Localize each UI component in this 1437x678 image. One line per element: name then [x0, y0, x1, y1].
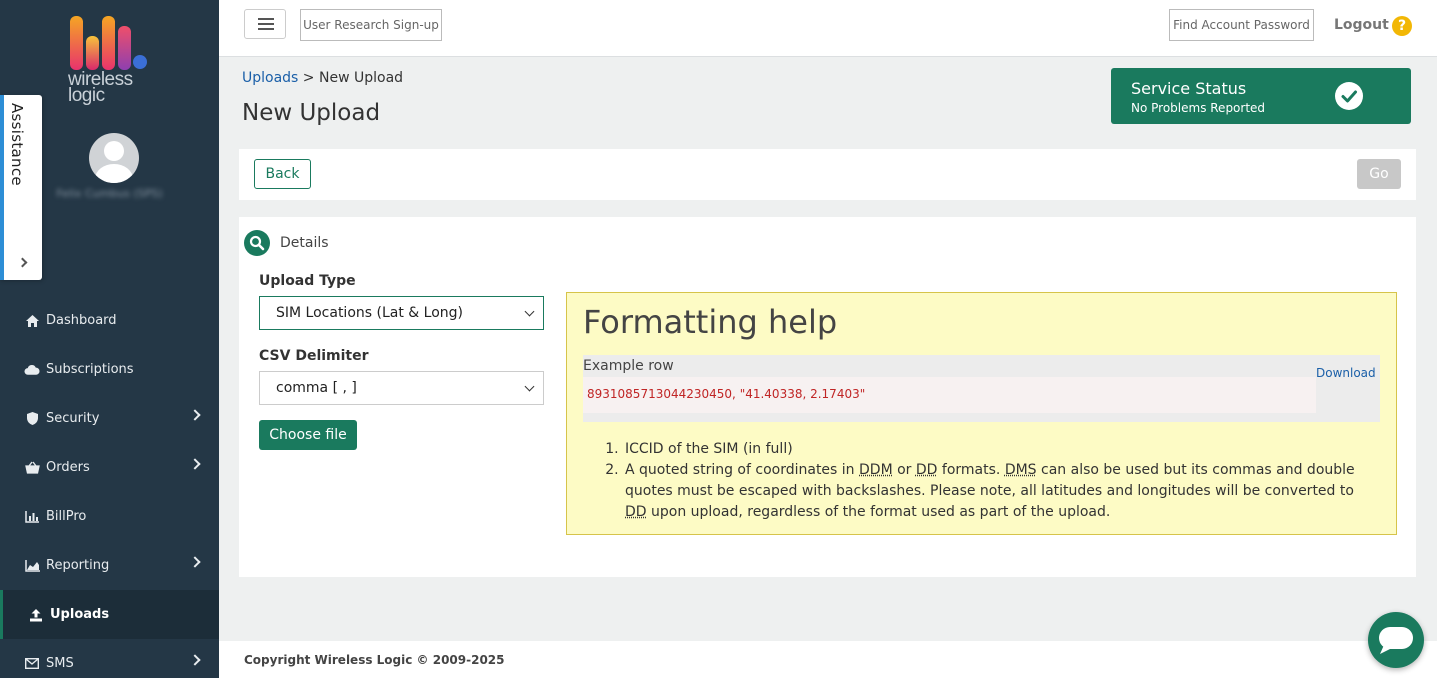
upload-type-value: SIM Locations (Lat & Long) — [276, 305, 463, 321]
sidebar-item-orders[interactable]: Orders — [0, 443, 219, 492]
csv-delimiter-label: CSV Delimiter — [259, 348, 369, 364]
breadcrumb-current: New Upload — [319, 70, 404, 86]
chevron-right-icon — [189, 409, 201, 421]
logo-text: wireless logic — [68, 69, 133, 106]
sidebar-item-uploads[interactable]: Uploads — [0, 590, 219, 639]
chevron-right-icon — [189, 556, 201, 568]
sidebar-item-label: Orders — [46, 460, 90, 475]
upload-icon — [28, 607, 44, 623]
logout-link[interactable]: Logout — [1334, 17, 1389, 33]
help-icon[interactable]: ? — [1392, 16, 1412, 36]
home-icon — [24, 313, 40, 329]
page-title: New Upload — [242, 100, 381, 126]
chevron-right-icon — [17, 257, 28, 268]
example-row-label: Example row — [583, 358, 674, 374]
copyright-text: Copyright Wireless Logic © 2009-2025 — [244, 653, 505, 667]
download-example-link[interactable]: Download — [1316, 366, 1376, 380]
csv-delimiter-select[interactable]: comma [ , ] — [259, 371, 544, 405]
upload-type-label: Upload Type — [259, 273, 356, 289]
find-account-password-button[interactable]: Find Account Password — [1169, 9, 1314, 41]
abbr-ddm: DDM — [859, 462, 893, 478]
service-status-card[interactable]: Service Status No Problems Reported — [1111, 68, 1411, 124]
sidebar-item-label: Reporting — [46, 558, 110, 573]
sidebar-item-label: BillPro — [46, 509, 87, 524]
details-section-label: Details — [280, 235, 329, 251]
service-status-title: Service Status — [1131, 79, 1247, 98]
sidebar-item-sms[interactable]: SMS — [0, 639, 219, 678]
breadcrumb-link-uploads[interactable]: Uploads — [242, 70, 298, 86]
footer: Copyright Wireless Logic © 2009-2025 — [219, 641, 1437, 678]
assistance-label: Assistance — [8, 103, 26, 186]
breadcrumb: Uploads > New Upload — [242, 70, 403, 86]
envelope-icon — [24, 656, 40, 672]
assistance-tab[interactable]: Assistance — [0, 95, 42, 280]
list-item: A quoted string of coordinates in DDM or… — [623, 460, 1377, 523]
upload-type-select[interactable]: SIM Locations (Lat & Long) — [259, 296, 544, 330]
sidebar-item-label: Uploads — [50, 607, 110, 622]
chat-button[interactable] — [1368, 612, 1424, 668]
csv-delimiter-value: comma [ , ] — [276, 380, 357, 396]
chevron-right-icon — [189, 458, 201, 470]
abbr-dd: DD — [915, 462, 938, 478]
example-row-box: Example row 8931085713044230450, "41.403… — [583, 355, 1380, 422]
chevron-down-icon — [524, 306, 535, 317]
action-bar: Back Go — [239, 149, 1416, 200]
sidebar-item-reporting[interactable]: Reporting — [0, 541, 219, 590]
logo-bars-icon — [70, 16, 147, 70]
example-row-code: 8931085713044230450, "41.40338, 2.17403" — [583, 377, 1316, 413]
area-chart-icon — [24, 558, 40, 574]
sidebar-item-label: Security — [46, 411, 100, 426]
back-button[interactable]: Back — [254, 159, 311, 189]
shield-icon — [24, 411, 40, 427]
formatting-help-title: Formatting help — [583, 303, 838, 341]
go-button[interactable]: Go — [1357, 159, 1401, 189]
search-icon — [244, 230, 270, 256]
abbr-dms: DMS — [1004, 462, 1037, 478]
sidebar-item-dashboard[interactable]: Dashboard — [0, 296, 219, 345]
choose-file-button[interactable]: Choose file — [259, 420, 357, 450]
list-item: ICCID of the SIM (in full) — [623, 439, 1377, 460]
cloud-icon — [24, 362, 40, 378]
top-bar: User Research Sign-up Find Account Passw… — [219, 0, 1437, 57]
formatting-rules-list: ICCID of the SIM (in full) A quoted stri… — [607, 439, 1377, 523]
check-circle-icon — [1335, 82, 1363, 110]
sidebar-item-label: Dashboard — [46, 313, 117, 328]
basket-icon — [24, 460, 40, 476]
menu-toggle-button[interactable] — [244, 9, 286, 39]
chat-bubble-icon — [1379, 627, 1413, 654]
sidebar-item-subscriptions[interactable]: Subscriptions — [0, 345, 219, 394]
sidebar-item-label: SMS — [46, 656, 74, 671]
breadcrumb-separator: > — [298, 70, 319, 86]
wireless-logic-logo[interactable]: wireless logic — [68, 14, 158, 109]
sidebar-item-security[interactable]: Security — [0, 394, 219, 443]
bar-chart-icon — [24, 509, 40, 525]
upload-details-panel: Details Upload Type SIM Locations (Lat &… — [239, 217, 1416, 577]
formatting-help-box: Formatting help Example row 893108571304… — [566, 292, 1397, 535]
chevron-down-icon — [524, 381, 535, 392]
abbr-dd: DD — [625, 504, 647, 520]
avatar[interactable] — [89, 133, 139, 183]
user-research-signup-button[interactable]: User Research Sign-up — [300, 9, 442, 41]
sidebar-item-label: Subscriptions — [46, 362, 134, 377]
service-status-subtitle: No Problems Reported — [1131, 101, 1266, 115]
chevron-right-icon — [189, 654, 201, 666]
sidebar-item-billpro[interactable]: BillPro — [0, 492, 219, 541]
